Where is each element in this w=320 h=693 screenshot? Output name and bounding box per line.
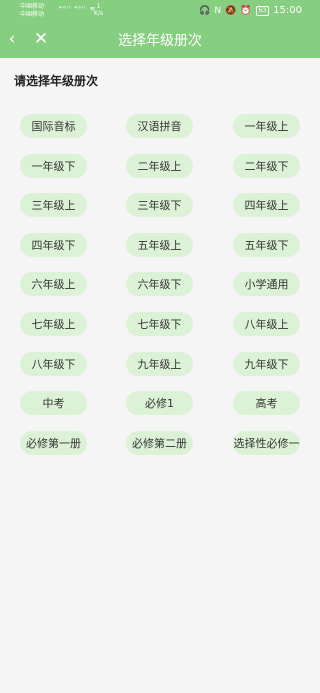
select-prompt: 请选择年级册次 — [14, 74, 99, 88]
nfc-icon: N — [214, 5, 222, 16]
app-header: 中国移动 中国移动 ⁴⁶ᴵˡ ⁴⁶ᴵˡ ≋ 1 K/s 🎧 N 🔕 ⏰ 63 1… — [0, 0, 320, 58]
grade-option-button[interactable]: 小学通用 — [233, 272, 300, 296]
page-title: 选择年级册次 — [118, 33, 202, 49]
clock: 15:00 — [273, 5, 302, 16]
grade-option-button[interactable]: 九年级上 — [126, 352, 193, 376]
battery-icon: 63 — [255, 5, 270, 16]
mute-icon: 🔕 — [225, 5, 237, 16]
network-speed: 1 K/s — [94, 3, 103, 17]
grade-option-button[interactable]: 七年级下 — [126, 312, 193, 336]
status-bar: 中国移动 中国移动 ⁴⁶ᴵˡ ⁴⁶ᴵˡ ≋ 1 K/s 🎧 N 🔕 ⏰ 63 1… — [0, 0, 320, 22]
grade-option-button[interactable]: 必修第一册 — [20, 431, 87, 455]
grade-option-button[interactable]: 三年级上 — [20, 193, 87, 217]
grade-option-button[interactable]: 四年级下 — [20, 233, 87, 257]
grade-option-button[interactable]: 一年级上 — [233, 114, 300, 138]
grade-option-button[interactable]: 高考 — [233, 391, 300, 415]
network-speed-unit: K/s — [94, 10, 104, 17]
grade-option-button[interactable]: 国际音标 — [20, 114, 87, 138]
alarm-icon: ⏰ — [240, 5, 252, 16]
grade-option-button[interactable]: 二年级下 — [233, 154, 300, 178]
grade-option-button[interactable]: 必修第二册 — [126, 431, 193, 455]
grade-option-button[interactable]: 八年级下 — [20, 352, 87, 376]
grade-option-button[interactable]: 五年级上 — [126, 233, 193, 257]
status-right: 🎧 N 🔕 ⏰ 63 15:00 — [199, 5, 302, 16]
grade-option-button[interactable]: 九年级下 — [233, 352, 300, 376]
grade-option-button[interactable]: 选择性必修一 — [233, 431, 300, 455]
signal-icon: ⁴⁶ᴵˡ ⁴⁶ᴵˡ ≋ — [59, 5, 97, 13]
title-bar: ‹ ✕ 选择年级册次 — [0, 22, 320, 58]
grade-option-button[interactable]: 六年级下 — [126, 272, 193, 296]
grade-option-button[interactable]: 四年级上 — [233, 193, 300, 217]
grade-option-button[interactable]: 中考 — [20, 391, 87, 415]
grade-option-button[interactable]: 七年级上 — [20, 312, 87, 336]
grade-option-button[interactable]: 三年级下 — [126, 193, 193, 217]
grade-option-button[interactable]: 五年级下 — [233, 233, 300, 257]
grade-option-button[interactable]: 必修1 — [126, 391, 193, 415]
grade-option-button[interactable]: 八年级上 — [233, 312, 300, 336]
headphones-icon: 🎧 — [199, 5, 211, 16]
network-speed-value: 1 — [96, 3, 101, 10]
grade-option-button[interactable]: 六年级上 — [20, 272, 87, 296]
grade-option-button[interactable]: 汉语拼音 — [126, 114, 193, 138]
grade-option-button[interactable]: 一年级下 — [20, 154, 87, 178]
carrier-label-1: 中国移动 — [20, 3, 45, 10]
carrier-label-2: 中国移动 — [20, 11, 45, 18]
grade-option-button[interactable]: 二年级上 — [126, 154, 193, 178]
